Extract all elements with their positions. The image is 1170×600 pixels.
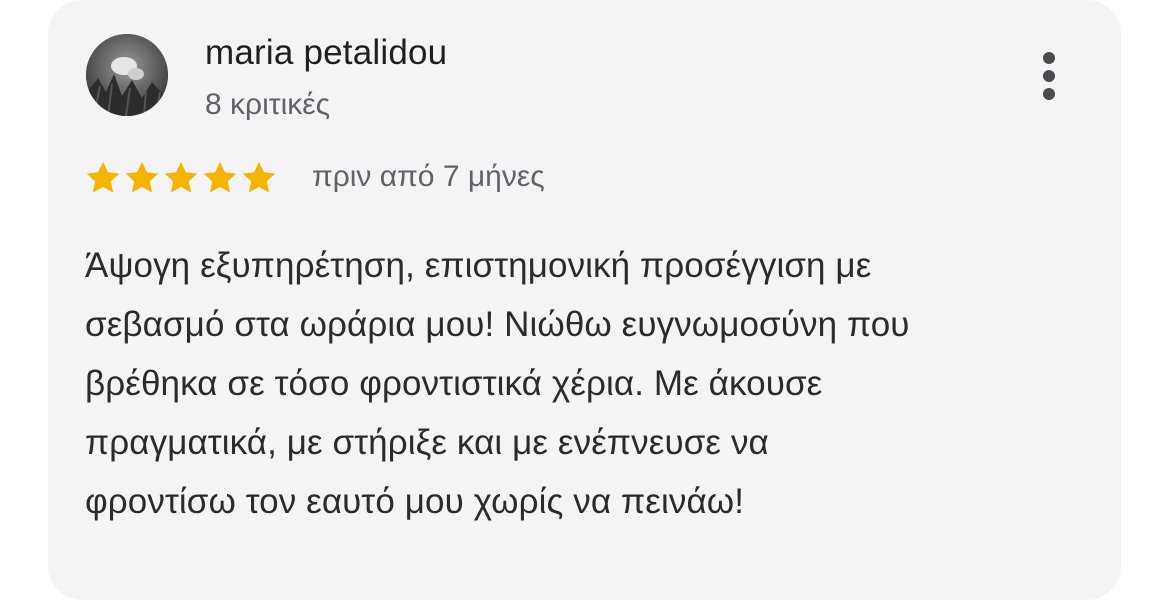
star-icon: [125, 161, 159, 193]
avatar-photo: [86, 34, 168, 116]
more-options-button[interactable]: [1034, 50, 1064, 102]
star-icon: [242, 161, 276, 193]
avatar[interactable]: [86, 34, 168, 116]
review-time: πριν από 7 μήνες: [312, 160, 545, 193]
more-vertical-icon: [1043, 70, 1055, 82]
review-text-line: φροντίσω τον εαυτό μου χωρίς να πεινάω!: [85, 482, 745, 521]
more-vertical-icon: [1043, 88, 1055, 100]
review-text-line: βρέθηκα σε τόσο φροντιστικά χέρια. Με άκ…: [85, 364, 823, 403]
star-icon: [86, 161, 120, 193]
more-vertical-icon: [1043, 52, 1055, 64]
review-text-line: σεβασμό στα ωράρια μου! Νιώθω ευγνωμοσύν…: [85, 305, 910, 344]
review-text: Άψογη εξυπηρέτηση, επιστημονική προσέγγι…: [85, 236, 1075, 531]
star-rating: [84, 159, 278, 197]
star-icon: [164, 161, 198, 193]
author-name[interactable]: maria petalidou: [205, 33, 447, 73]
star-icon: [203, 161, 237, 193]
review-text-line: πραγματικά, με στήριξε και με ενέπνευσε …: [85, 423, 769, 462]
review-text-line: Άψογη εξυπηρέτηση, επιστημονική προσέγγι…: [85, 246, 872, 285]
review-count[interactable]: 8 κριτικές: [205, 88, 330, 122]
